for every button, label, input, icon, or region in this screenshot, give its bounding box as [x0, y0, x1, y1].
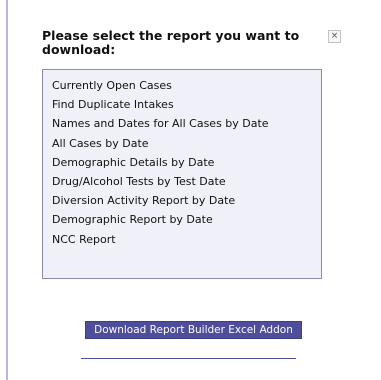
report-item-demographic-report[interactable]: Demographic Report by Date: [52, 210, 321, 229]
report-item-names-and-dates[interactable]: Names and Dates for All Cases by Date: [52, 114, 321, 133]
page: Please select the report you want to dow…: [0, 0, 381, 380]
report-select-dialog: Please select the report you want to dow…: [8, 0, 381, 380]
report-item-demographic-details[interactable]: Demographic Details by Date: [52, 153, 321, 172]
divider-line: [81, 358, 296, 359]
report-item-diversion-activity[interactable]: Diversion Activity Report by Date: [52, 191, 321, 210]
report-list: Currently Open Cases Find Duplicate Inta…: [42, 69, 322, 279]
close-icon[interactable]: ×: [328, 30, 341, 43]
report-item-drug-alcohol-tests[interactable]: Drug/Alcohol Tests by Test Date: [52, 172, 321, 191]
report-item-ncc-report[interactable]: NCC Report: [52, 230, 321, 249]
dialog-title: Please select the report you want to dow…: [42, 28, 300, 57]
report-item-find-duplicate-intakes[interactable]: Find Duplicate Intakes: [52, 95, 321, 114]
download-addon-button[interactable]: Download Report Builder Excel Addon: [85, 321, 302, 339]
report-item-all-cases-by-date[interactable]: All Cases by Date: [52, 134, 321, 153]
report-item-currently-open-cases[interactable]: Currently Open Cases: [52, 76, 321, 95]
